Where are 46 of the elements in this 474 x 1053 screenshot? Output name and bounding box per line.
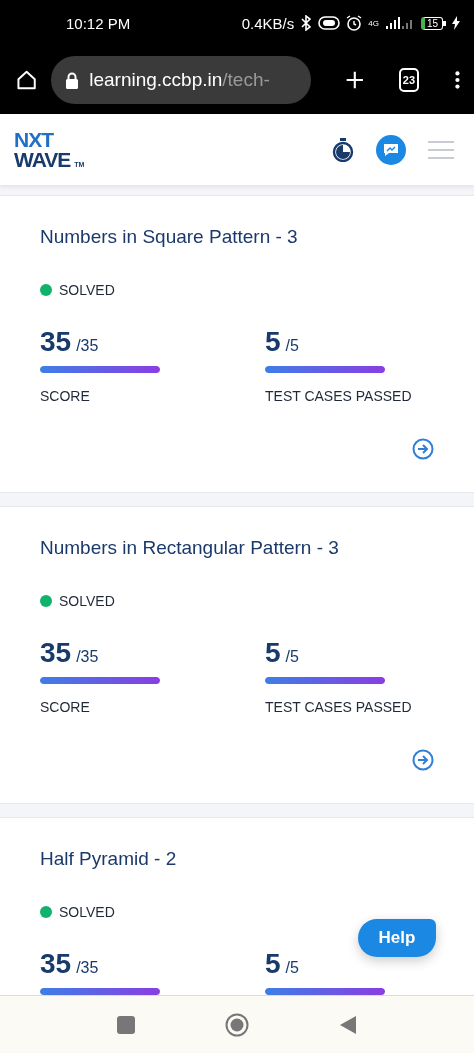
status-label: SOLVED xyxy=(59,904,115,920)
charging-icon xyxy=(452,16,460,30)
url-text: learning.ccbp.in/tech- xyxy=(89,69,270,91)
stat-label: SCORE xyxy=(40,699,91,715)
signal-icon xyxy=(384,16,415,30)
back-icon[interactable] xyxy=(339,1014,357,1035)
status-label: SOLVED xyxy=(59,282,115,298)
network-speed: 0.4KB/s xyxy=(241,14,295,32)
stat-total: /5 xyxy=(285,337,299,355)
problem-title: Numbers in Square Pattern - 3 xyxy=(40,226,299,248)
stat-value: 35 xyxy=(40,637,72,669)
more-icon[interactable] xyxy=(455,69,460,91)
help-button[interactable]: Help xyxy=(358,919,436,957)
home-circle-icon[interactable] xyxy=(225,1012,249,1037)
stat-label: TEST CASES PASSED xyxy=(265,699,413,715)
stat-total: /35 xyxy=(76,337,99,355)
arrow-circle-icon[interactable] xyxy=(412,438,434,460)
stat-total: /35 xyxy=(76,648,99,666)
arrow-circle-icon[interactable] xyxy=(412,749,434,771)
alarm-icon xyxy=(346,15,363,31)
problem-title: Half Pyramid - 2 xyxy=(40,848,178,870)
status-label: SOLVED xyxy=(59,593,115,609)
clock: 10:12 PM xyxy=(66,14,131,32)
stat-value: 5 xyxy=(265,637,281,669)
address-bar[interactable]: learning.ccbp.in/tech- xyxy=(51,56,312,104)
stat-total: /5 xyxy=(285,959,299,977)
bluetooth-icon xyxy=(300,15,313,31)
stat-label: SCORE xyxy=(40,388,91,404)
battery-tip-icon xyxy=(443,20,446,26)
stat-total: /5 xyxy=(285,648,299,666)
stat-value: 35 xyxy=(40,326,72,358)
chat-icon[interactable] xyxy=(376,134,406,165)
stat-value: 35 xyxy=(40,948,72,980)
network-type: 4G xyxy=(368,18,379,28)
tab-count[interactable]: 23 xyxy=(398,68,420,92)
logo-text: WAVE xyxy=(14,149,71,170)
lock-icon xyxy=(65,71,80,89)
stopwatch-icon[interactable] xyxy=(332,137,354,162)
vibrate-icon xyxy=(318,16,341,30)
stat-value: 5 xyxy=(265,326,281,358)
logo-text: NXT xyxy=(14,129,55,150)
stat-total: /35 xyxy=(76,959,99,977)
stat-value: 5 xyxy=(265,948,281,980)
problem-title: Numbers in Rectangular Pattern - 3 xyxy=(40,537,340,559)
stat-label: TEST CASES PASSED xyxy=(265,388,413,404)
square-icon[interactable] xyxy=(117,1015,135,1034)
